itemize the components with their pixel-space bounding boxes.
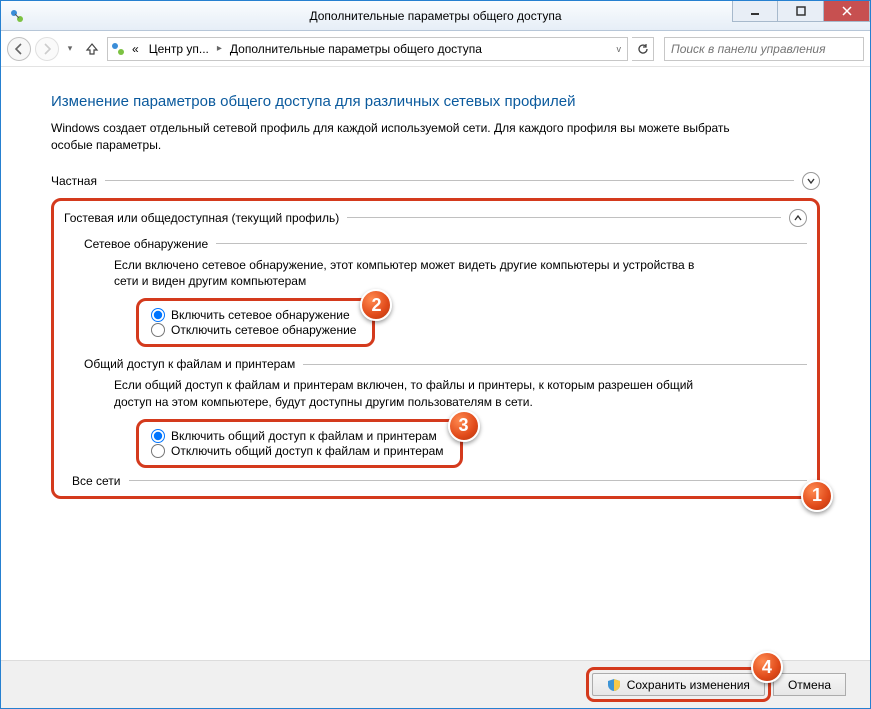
annotation-badge-2: 2 [360,289,392,321]
minimize-button[interactable] [732,1,778,22]
refresh-button[interactable] [632,37,654,61]
divider [216,243,807,244]
fileshare-off-radio[interactable] [151,444,165,458]
section-fileshare-label: Общий доступ к файлам и принтерам [84,357,295,371]
fileshare-radio-group: 3 Включить общий доступ к файлам и принт… [136,419,463,468]
breadcrumb-icon [110,41,126,57]
profile-private-label: Частная [51,174,97,188]
breadcrumb-bar[interactable]: « Центр уп... ▸ Дополнительные параметры… [107,37,628,61]
discovery-off-label: Отключить сетевое обнаружение [171,323,356,337]
annotation-badge-4: 4 [751,651,783,683]
fileshare-on-label: Включить общий доступ к файлам и принтер… [171,429,437,443]
profile-guest-row: Гостевая или общедоступная (текущий проф… [64,209,807,227]
navigation-bar: ▾ « Центр уп... ▸ Дополнительные парамет… [1,31,870,67]
nav-up-button[interactable] [81,38,103,60]
annotation-badge-1: 1 [801,480,833,512]
breadcrumb-item-1[interactable]: Центр уп... [145,42,213,56]
collapse-guest-button[interactable] [789,209,807,227]
close-button[interactable] [824,1,870,22]
profile-allnets-row: Все сети [72,474,807,488]
maximize-button[interactable] [778,1,824,22]
content-area: Изменение параметров общего доступа для … [1,67,870,660]
save-button-label: Сохранить изменения [627,678,750,692]
divider [303,364,807,365]
section-fileshare-head: Общий доступ к файлам и принтерам [84,357,807,371]
chevron-right-icon: ▸ [215,43,224,54]
nav-history-dropdown[interactable]: ▾ [63,37,77,61]
section-fileshare-desc: Если общий доступ к файлам и принтерам в… [114,377,714,411]
divider [129,480,808,481]
fileshare-on-row[interactable]: Включить общий доступ к файлам и принтер… [151,429,444,443]
nav-forward-button[interactable] [35,37,59,61]
divider [347,217,781,218]
discovery-on-radio[interactable] [151,308,165,322]
fileshare-off-label: Отключить общий доступ к файлам и принте… [171,444,444,458]
breadcrumb-prefix[interactable]: « [128,42,143,56]
discovery-on-label: Включить сетевое обнаружение [171,308,350,322]
section-discovery-desc: Если включено сетевое обнаружение, этот … [114,257,714,291]
section-discovery-head: Сетевое обнаружение [84,237,807,251]
profile-guest-label: Гостевая или общедоступная (текущий проф… [64,211,339,225]
page-title: Изменение параметров общего доступа для … [51,93,820,110]
profile-allnets-label: Все сети [72,474,121,488]
titlebar: Дополнительные параметры общего доступа [1,1,870,31]
breadcrumb-item-2[interactable]: Дополнительные параметры общего доступа [226,42,486,56]
breadcrumb-dropdown-icon[interactable]: v [613,44,626,54]
cancel-button-label: Отмена [788,678,831,692]
annotation-badge-3: 3 [448,410,480,442]
cancel-button[interactable]: Отмена [773,673,846,696]
fileshare-off-row[interactable]: Отключить общий доступ к файлам и принте… [151,444,444,458]
search-input[interactable] [664,37,864,61]
discovery-off-row[interactable]: Отключить сетевое обнаружение [151,323,356,337]
shield-icon [607,678,621,692]
expand-private-button[interactable] [802,172,820,190]
fileshare-on-radio[interactable] [151,429,165,443]
profile-private-row: Частная [51,172,820,190]
discovery-on-row[interactable]: Включить сетевое обнаружение [151,308,356,322]
nav-back-button[interactable] [7,37,31,61]
profile-guest-box: 1 Гостевая или общедоступная (текущий пр… [51,198,820,499]
section-discovery-label: Сетевое обнаружение [84,237,208,251]
discovery-radio-group: 2 Включить сетевое обнаружение Отключить… [136,298,375,347]
window-buttons [732,1,870,22]
window-frame: Дополнительные параметры общего доступа … [0,0,871,709]
discovery-off-radio[interactable] [151,323,165,337]
page-description: Windows создает отдельный сетевой профил… [51,120,731,154]
footer-bar: Сохранить изменения 4 Отмена [1,660,870,708]
app-icon [9,8,25,24]
divider [105,180,794,181]
save-button[interactable]: Сохранить изменения [592,673,765,696]
